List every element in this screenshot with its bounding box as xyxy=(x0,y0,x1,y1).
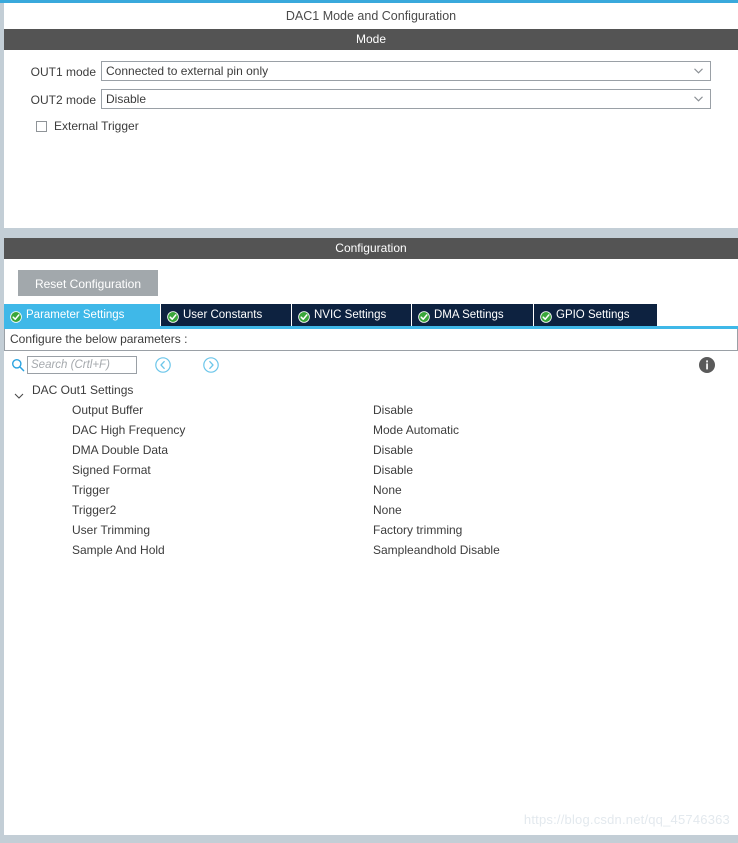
tab-parameter-settings[interactable]: Parameter Settings xyxy=(4,304,161,326)
parameter-name: DAC High Frequency xyxy=(72,423,186,437)
search-icon xyxy=(11,358,25,372)
parameter-value[interactable]: Disable xyxy=(373,440,413,460)
checkbox-box-icon xyxy=(36,120,47,132)
chevron-down-icon xyxy=(692,62,704,80)
parameter-name: Signed Format xyxy=(72,463,151,477)
tab-parameter-settings-label: Parameter Settings xyxy=(26,309,125,321)
table-row[interactable]: Output Buffer Disable xyxy=(4,400,738,420)
search-toolbar xyxy=(4,352,738,380)
table-row[interactable]: User Trimming Factory trimming xyxy=(4,520,738,540)
external-trigger-label: External Trigger xyxy=(54,118,139,133)
parameter-name: Output Buffer xyxy=(72,403,144,417)
table-row[interactable]: DAC High Frequency Mode Automatic xyxy=(4,420,738,440)
chevron-left-circle-icon[interactable] xyxy=(154,356,172,374)
table-row[interactable]: Signed Format Disable xyxy=(4,460,738,480)
parameter-value[interactable]: None xyxy=(373,480,402,500)
tab-user-constants[interactable]: User Constants xyxy=(161,304,292,326)
check-circle-icon xyxy=(418,309,430,323)
table-row[interactable]: Sample And Hold Sampleandhold Disable xyxy=(4,540,738,560)
tree-group-label: DAC Out1 Settings xyxy=(32,383,134,397)
out2-mode-label: OUT2 mode xyxy=(30,93,96,107)
table-row[interactable]: Trigger None xyxy=(4,480,738,500)
watermark-text: https://blog.csdn.net/qq_45746363 xyxy=(523,812,730,827)
parameter-value[interactable]: Sampleandhold Disable xyxy=(373,540,500,560)
window-bottom-edge xyxy=(0,835,738,843)
configure-hint-label: Configure the below parameters : xyxy=(4,329,738,351)
parameter-value[interactable]: Mode Automatic xyxy=(373,420,459,440)
parameter-value[interactable]: None xyxy=(373,500,402,520)
panel-splitter[interactable] xyxy=(0,228,738,238)
check-circle-icon xyxy=(298,309,310,323)
tab-nvic-settings-label: NVIC Settings xyxy=(314,309,387,321)
parameter-name: Trigger xyxy=(72,483,110,497)
out2-mode-value: Disable xyxy=(106,92,147,106)
page-title: DAC1 Mode and Configuration xyxy=(4,3,738,29)
tab-gpio-settings-label: GPIO Settings xyxy=(556,309,630,321)
parameter-name: DMA Double Data xyxy=(72,443,169,457)
parameter-value[interactable]: Factory trimming xyxy=(373,520,462,540)
mode-section-header: Mode xyxy=(4,29,738,50)
out1-mode-value: Connected to external pin only xyxy=(106,64,269,78)
info-icon[interactable] xyxy=(698,356,716,374)
tab-dma-settings[interactable]: DMA Settings xyxy=(412,304,534,326)
chevron-down-icon[interactable] xyxy=(14,386,24,399)
parameter-value[interactable]: Disable xyxy=(373,400,413,420)
parameter-name: Sample And Hold xyxy=(72,543,165,557)
configuration-section-header: Configuration xyxy=(4,238,738,259)
parameter-name: User Trimming xyxy=(72,523,151,537)
tab-nvic-settings[interactable]: NVIC Settings xyxy=(292,304,412,326)
tab-dma-settings-label: DMA Settings xyxy=(434,309,504,321)
external-trigger-checkbox[interactable]: External Trigger xyxy=(36,118,139,134)
table-row[interactable]: Trigger2 None xyxy=(4,500,738,520)
search-input[interactable] xyxy=(27,356,137,374)
chevron-right-circle-icon[interactable] xyxy=(202,356,220,374)
check-circle-icon xyxy=(540,309,552,323)
mode-panel: OUT1 mode Connected to external pin only… xyxy=(4,50,738,228)
out2-mode-select[interactable]: Disable xyxy=(101,89,711,109)
table-row[interactable]: DMA Double Data Disable xyxy=(4,440,738,460)
reset-configuration-button[interactable]: Reset Configuration xyxy=(18,270,158,296)
tab-user-constants-label: User Constants xyxy=(183,309,263,321)
check-circle-icon xyxy=(10,309,22,323)
chevron-down-icon xyxy=(692,90,704,108)
tree-group-dac-out1-settings[interactable]: DAC Out1 Settings xyxy=(4,380,738,400)
parameter-value[interactable]: Disable xyxy=(373,460,413,480)
parameter-name: Trigger2 xyxy=(72,503,117,517)
out1-mode-select[interactable]: Connected to external pin only xyxy=(101,61,711,81)
tab-gpio-settings[interactable]: GPIO Settings xyxy=(534,304,657,326)
parameter-tree: DAC Out1 Settings Output Buffer Disable … xyxy=(4,380,738,815)
out1-mode-label: OUT1 mode xyxy=(30,65,96,79)
check-circle-icon xyxy=(167,309,179,323)
configuration-tabs: Parameter Settings User Constants NVIC S… xyxy=(4,304,738,326)
